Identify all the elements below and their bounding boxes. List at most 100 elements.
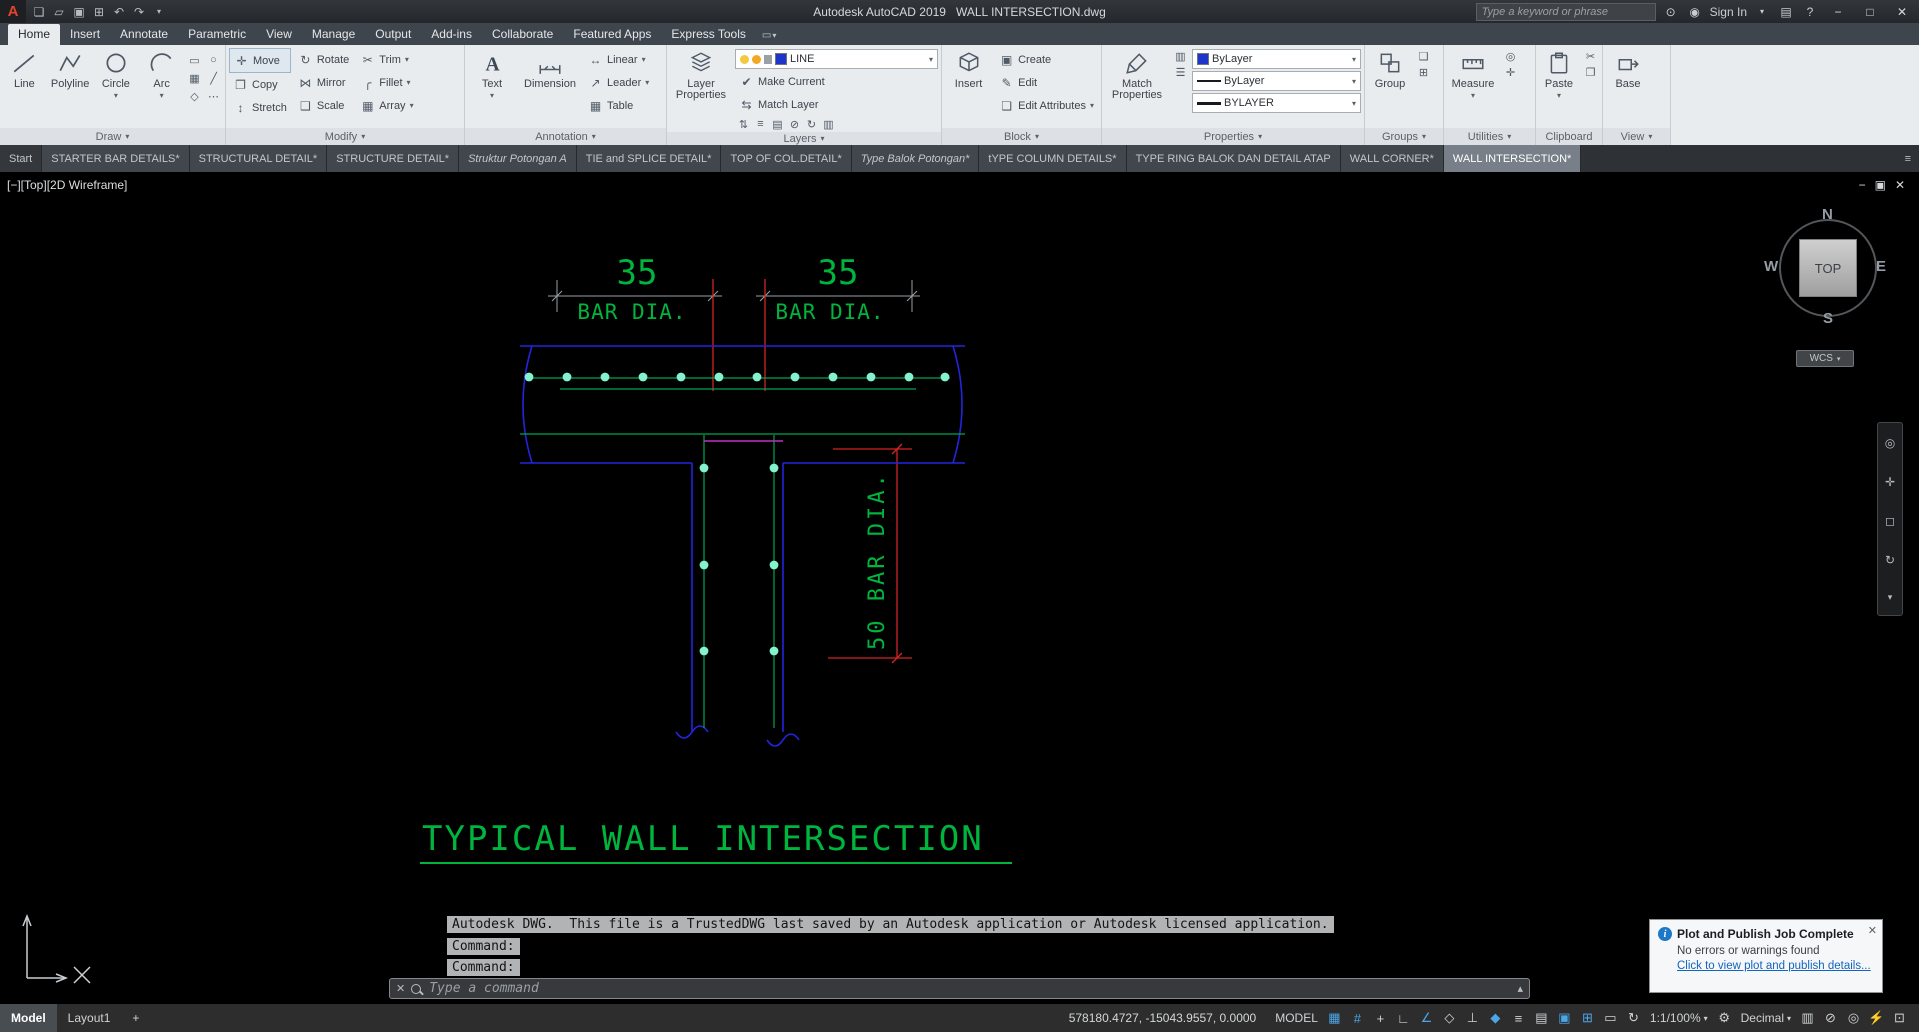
text-button[interactable]: A Text ▾ xyxy=(468,48,516,101)
copy-button[interactable]: ❐Copy xyxy=(229,73,291,96)
ribbon-tab-express-tools[interactable]: Express Tools xyxy=(661,24,755,45)
draw-more-icon[interactable]: ⋯ xyxy=(205,88,222,104)
stretch-button[interactable]: ↕Stretch xyxy=(229,96,291,119)
create-block-button[interactable]: ▣Create xyxy=(995,48,1098,71)
app-store-icon[interactable]: ▤ xyxy=(1777,3,1795,21)
rotate-button[interactable]: ↻Rotate xyxy=(294,48,353,71)
viewcube-east[interactable]: E xyxy=(1876,258,1886,275)
panel-label-clipboard[interactable]: Clipboard xyxy=(1536,128,1602,145)
file-tab[interactable]: TYPE RING BALOK DAN DETAIL ATAP xyxy=(1127,145,1341,172)
match-layer-button[interactable]: ⇆Match Layer xyxy=(735,93,938,116)
circle-button[interactable]: Circle ▾ xyxy=(95,48,138,101)
qat-dropdown-icon[interactable]: ▾ xyxy=(150,3,168,21)
move-button[interactable]: ✛Move xyxy=(229,48,291,73)
sign-in-button[interactable]: Sign In xyxy=(1710,5,1747,19)
model-space-canvas[interactable]: 35 BAR DIA. 35 BAR DIA. 50 BAR DIA. TYPI… xyxy=(0,172,1919,1004)
ribbon-tab-output[interactable]: Output xyxy=(365,24,421,45)
ortho-toggle-icon[interactable]: ∟ xyxy=(1392,1011,1415,1026)
dimension-button[interactable]: Dimension xyxy=(519,48,581,90)
linear-dimension-button[interactable]: ↔Linear▾ xyxy=(584,48,653,71)
line-button[interactable]: Line xyxy=(3,48,46,90)
close-button[interactable]: ✕ xyxy=(1889,5,1915,19)
open-file-icon[interactable]: ▱ xyxy=(50,3,68,21)
ribbon-tab-insert[interactable]: Insert xyxy=(60,24,110,45)
properties-display-icon[interactable]: ▥ xyxy=(1172,48,1189,64)
panel-label-utilities[interactable]: Utilities▾ xyxy=(1444,128,1535,145)
viewcube-west[interactable]: W xyxy=(1764,258,1778,275)
new-file-icon[interactable]: ❏ xyxy=(30,3,48,21)
layer-off-icon[interactable]: ⇅ xyxy=(735,116,752,132)
hatch-icon[interactable]: ▦ xyxy=(186,70,203,86)
pan-icon[interactable]: ✛ xyxy=(1885,475,1895,489)
make-current-button[interactable]: ✔Make Current xyxy=(735,70,938,93)
edit-block-button[interactable]: ✎Edit xyxy=(995,71,1098,94)
ellipse-icon[interactable]: ○ xyxy=(205,52,222,68)
group-edit-icon[interactable]: ⊞ xyxy=(1415,64,1432,80)
ribbon-tab-parametric[interactable]: Parametric xyxy=(178,24,256,45)
selection-cycling-icon[interactable]: ▣ xyxy=(1553,1010,1576,1026)
ribbon-tab-view[interactable]: View xyxy=(256,24,302,45)
arc-button[interactable]: Arc ▾ xyxy=(140,48,183,101)
viewcube-north[interactable]: N xyxy=(1822,206,1833,223)
polar-tracking-icon[interactable]: ∠ xyxy=(1415,1010,1438,1026)
viewcube[interactable]: N W E S TOP WCS▾ xyxy=(1770,210,1886,378)
isodraft-icon[interactable]: ◇ xyxy=(1438,1010,1461,1026)
notification-close-icon[interactable]: ✕ xyxy=(1868,924,1877,937)
lineweight-dropdown[interactable]: BYLAYER▾ xyxy=(1192,93,1361,113)
viewcube-top-face[interactable]: TOP xyxy=(1799,239,1857,297)
array-button[interactable]: ▦Array▾ xyxy=(356,94,417,117)
layer-isolate-icon[interactable]: ≡ xyxy=(752,116,769,132)
full-navigation-wheel-icon[interactable]: ◎ xyxy=(1885,436,1895,450)
viewcube-south[interactable]: S xyxy=(1823,310,1833,327)
panel-label-modify[interactable]: Modify▾ xyxy=(226,128,464,145)
ribbon-tab-annotate[interactable]: Annotate xyxy=(110,24,178,45)
autoscale-icon[interactable]: ↻ xyxy=(1622,1010,1645,1026)
grid-toggle-icon[interactable]: ▦ xyxy=(1323,1010,1346,1026)
snap-toggle-icon[interactable]: # xyxy=(1346,1011,1369,1026)
orbit-icon[interactable]: ↻ xyxy=(1885,553,1895,567)
plot-icon[interactable]: ⊞ xyxy=(90,3,108,21)
file-tab[interactable]: STRUCTURE DETAIL* xyxy=(327,145,459,172)
quick-calc-icon[interactable]: ◎ xyxy=(1502,48,1519,64)
ungroup-icon[interactable]: ❑ xyxy=(1415,48,1432,64)
trim-button[interactable]: ✂Trim▾ xyxy=(356,48,417,71)
command-expand-icon[interactable]: ▴ xyxy=(1517,982,1523,995)
notification-link[interactable]: Click to view plot and publish details..… xyxy=(1677,960,1874,972)
layer-freeze-tool-icon[interactable]: ▤ xyxy=(769,116,786,132)
maximize-button[interactable]: □ xyxy=(1857,5,1883,19)
ribbon-display-caret-icon[interactable]: ▾ xyxy=(772,31,776,40)
infer-constraints-icon[interactable]: + xyxy=(1369,1011,1392,1026)
transparency-icon[interactable]: ▤ xyxy=(1530,1010,1553,1026)
ribbon-tab-home[interactable]: Home xyxy=(8,24,60,45)
redo-icon[interactable]: ↷ xyxy=(130,3,148,21)
model-tab[interactable]: Model xyxy=(0,1004,57,1032)
layer-restore-icon[interactable]: ↻ xyxy=(803,116,820,132)
fillet-button[interactable]: ╭Fillet▾ xyxy=(356,71,417,94)
viewport-restore-icon[interactable]: ▣ xyxy=(1875,178,1886,192)
layer-select-dropdown[interactable]: LINE ▾ xyxy=(735,49,938,69)
construction-line-icon[interactable]: ╱ xyxy=(205,70,222,86)
point-icon[interactable]: ◇ xyxy=(186,88,203,104)
viewport-minimize-icon[interactable]: − xyxy=(1859,178,1866,192)
file-tab-menu-icon[interactable]: ≡ xyxy=(1897,145,1919,172)
panel-label-groups[interactable]: Groups▾ xyxy=(1365,128,1443,145)
navbar-more-icon[interactable]: ▾ xyxy=(1888,592,1893,603)
annotation-visibility-icon[interactable]: ▭ xyxy=(1599,1010,1622,1026)
new-layout-button[interactable]: + xyxy=(121,1004,150,1032)
file-tab[interactable]: TOP OF COL.DETAIL* xyxy=(721,145,851,172)
file-tab-start[interactable]: Start xyxy=(0,145,42,172)
file-tab[interactable]: WALL CORNER* xyxy=(1341,145,1444,172)
viewport-controls-label[interactable]: [−][Top][2D Wireframe] xyxy=(7,178,127,192)
model-space-toggle[interactable]: MODEL xyxy=(1270,1011,1323,1025)
clean-screen-icon[interactable]: ⊡ xyxy=(1888,1010,1911,1026)
graphics-performance-icon[interactable]: ⚡ xyxy=(1865,1010,1888,1026)
leader-button[interactable]: ↗Leader▾ xyxy=(584,71,653,94)
user-icon[interactable]: ◉ xyxy=(1686,3,1704,21)
help-icon[interactable]: ? xyxy=(1801,3,1819,21)
viewport-close-icon[interactable]: ✕ xyxy=(1895,178,1905,192)
zoom-extents-icon[interactable]: ◻ xyxy=(1885,514,1895,528)
id-point-icon[interactable]: ✛ xyxy=(1502,64,1519,80)
dynamic-input-icon[interactable]: ⊞ xyxy=(1576,1010,1599,1026)
wcs-dropdown[interactable]: WCS▾ xyxy=(1796,350,1854,367)
properties-list-icon[interactable]: ☰ xyxy=(1172,64,1189,80)
